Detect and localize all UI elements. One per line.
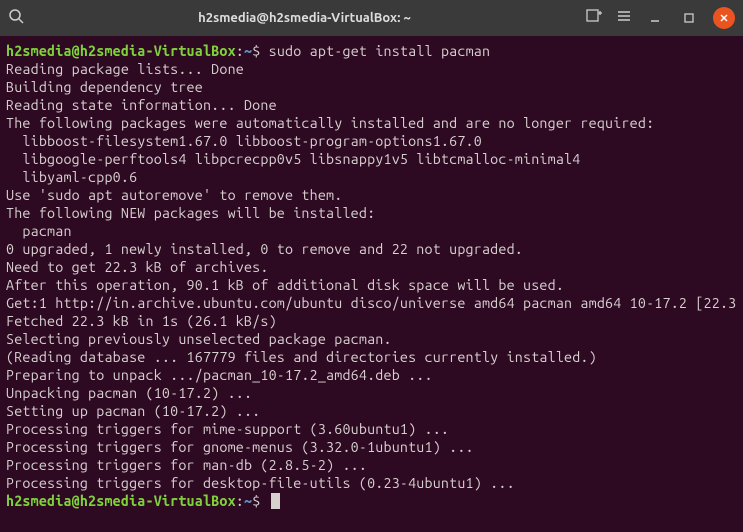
output-line: The following NEW packages will be insta…	[6, 205, 375, 221]
output-line: Processing triggers for desktop-file-uti…	[6, 475, 515, 491]
close-button[interactable]	[713, 7, 735, 29]
hamburger-menu-icon[interactable]	[617, 9, 631, 27]
terminal-body[interactable]: h2smedia@h2smedia-VirtualBox:~$ sudo apt…	[0, 36, 743, 516]
prompt-path: ~	[244, 493, 252, 509]
output-line: The following packages were automaticall…	[6, 115, 654, 131]
output-line: After this operation, 90.1 kB of additio…	[6, 277, 564, 293]
minimize-button[interactable]	[645, 8, 665, 28]
command-text: sudo apt-get install pacman	[260, 43, 490, 59]
output-line: Use 'sudo apt autoremove' to remove them…	[6, 187, 342, 203]
cursor	[271, 493, 280, 509]
output-line: Unpacking pacman (10-17.2) ...	[6, 385, 252, 401]
output-line: 0 upgraded, 1 newly installed, 0 to remo…	[6, 241, 523, 257]
titlebar-right	[585, 7, 735, 29]
output-line: Selecting previously unselected package …	[6, 331, 392, 347]
output-line: libyaml-cpp0.6	[6, 169, 137, 185]
output-line: Preparing to unpack .../pacman_10-17.2_a…	[6, 367, 433, 383]
output-line: Processing triggers for gnome-menus (3.3…	[6, 439, 474, 455]
maximize-button[interactable]	[679, 8, 699, 28]
output-line: libboost-filesystem1.67.0 libboost-progr…	[6, 133, 482, 149]
output-line: Processing triggers for man-db (2.8.5-2)…	[6, 457, 367, 473]
search-icon[interactable]	[8, 8, 24, 28]
prompt-user-host: h2smedia@h2smedia-VirtualBox	[6, 493, 236, 509]
output-line: Get:1 http://in.archive.ubuntu.com/ubunt…	[6, 295, 743, 311]
output-line: Need to get 22.3 kB of archives.	[6, 259, 269, 275]
prompt-dollar: $	[252, 493, 260, 509]
titlebar-left	[8, 8, 24, 28]
prompt-path: ~	[244, 43, 252, 59]
titlebar: h2smedia@h2smedia-VirtualBox: ~	[0, 0, 743, 36]
output-line: Processing triggers for mime-support (3.…	[6, 421, 449, 437]
output-line: Fetched 22.3 kB in 1s (26.1 kB/s)	[6, 313, 277, 329]
output-line: Reading state information... Done	[6, 97, 277, 113]
new-tab-icon[interactable]	[585, 7, 603, 29]
prompt-colon: :	[236, 43, 244, 59]
output-line: (Reading database ... 167779 files and d…	[6, 349, 597, 365]
window-title: h2smedia@h2smedia-VirtualBox: ~	[32, 11, 577, 25]
output-line: Building dependency tree	[6, 79, 203, 95]
prompt-colon: :	[236, 493, 244, 509]
output-line: libgoogle-perftools4 libpcrecpp0v5 libsn…	[6, 151, 580, 167]
prompt-user-host: h2smedia@h2smedia-VirtualBox	[6, 43, 236, 59]
output-line: Setting up pacman (10-17.2) ...	[6, 403, 260, 419]
output-line: pacman	[6, 223, 72, 239]
output-line: Reading package lists... Done	[6, 61, 244, 77]
